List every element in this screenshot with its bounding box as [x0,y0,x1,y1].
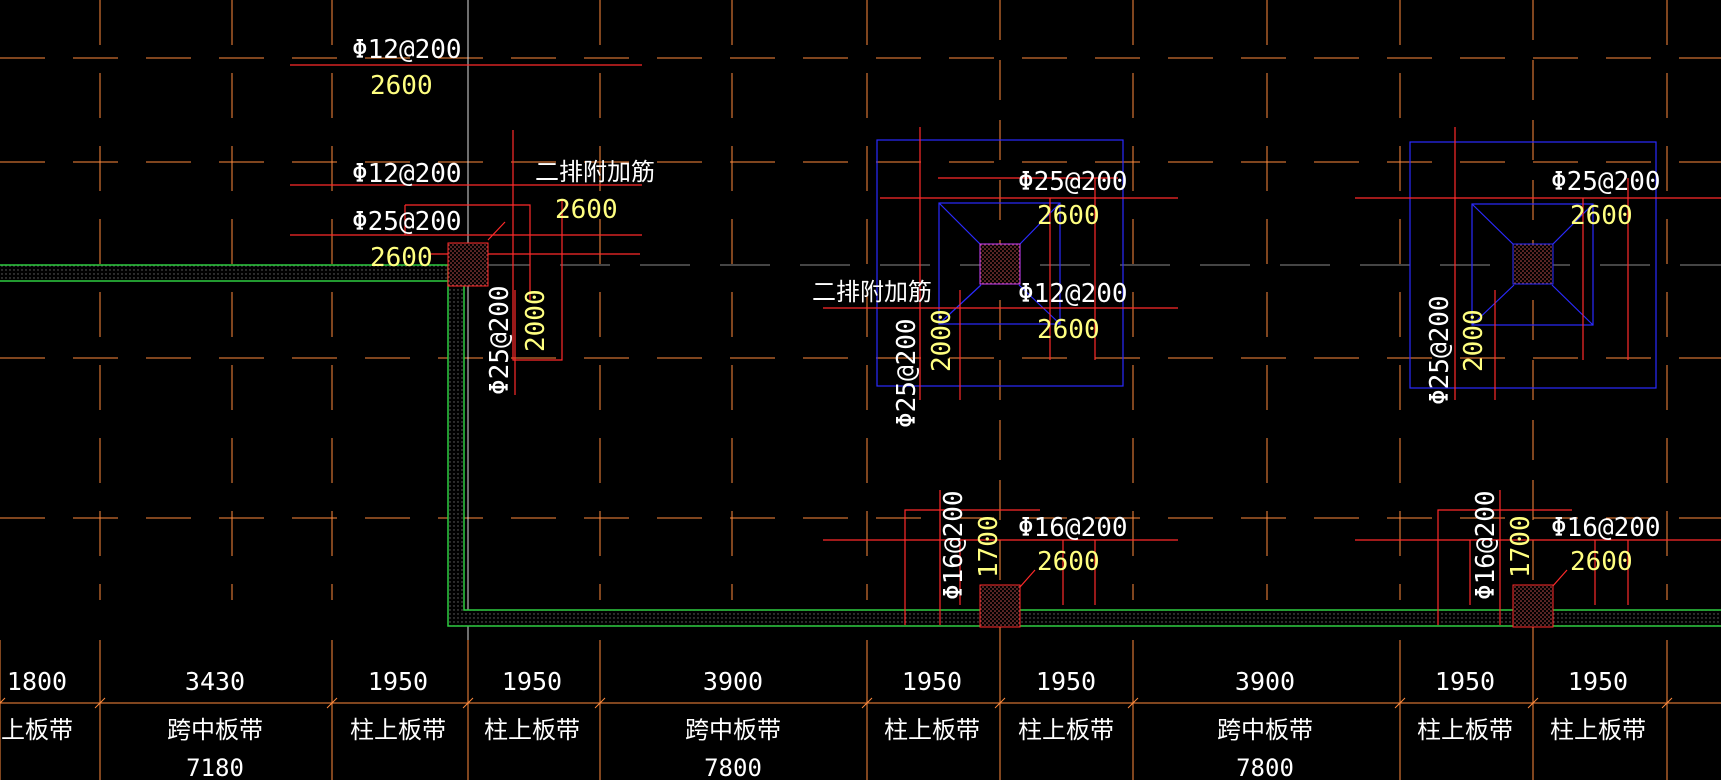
rebar-spec-label: Φ12@200 [352,159,462,189]
rebar-length-label: 2600 [1037,315,1100,345]
rebar-spec-label: Φ12@200 [352,35,462,65]
rebar-line [1019,569,1036,588]
dimension-line: 1800 3430 1950 1950 3900 1950 1950 3900 1950 1950… [0,640,1721,780]
strip-span: 7800 [704,754,762,780]
strip-name: 柱上板带 [884,716,980,744]
rebar-line [1551,569,1568,588]
rebar-spec-label: Φ25@200 [1018,167,1128,197]
rebar-length-label-vertical: 2000 [927,309,957,372]
drop-diag [1551,284,1594,326]
rebar-length-label-vertical: 1700 [974,515,1004,578]
rebar-spec-label: Φ25@200 [352,207,462,237]
column-1 [447,242,489,287]
strip-name: 柱上板带 [1417,716,1513,744]
rebar-spec-label-vertical: Φ25@200 [892,318,922,428]
strip-name: 柱上板带 [350,716,446,744]
rebar-spec-label-vertical: Φ16@200 [1471,490,1501,600]
strip-name: 柱上板带 [484,716,580,744]
dimension-value: 1800 [7,667,67,696]
dimension-value: 1950 [1568,667,1628,696]
dimension-value: 3900 [1235,667,1295,696]
column-2 [979,243,1021,285]
column-3 [1512,243,1554,285]
rebar-length-label-vertical: 2000 [521,289,551,352]
column-5 [1512,584,1554,628]
wall-vertical-segment [448,265,464,625]
rebar-length-label: 2600 [370,71,433,101]
strip-name: 柱上板带 [1550,716,1646,744]
rebar-spec-label-vertical: Φ16@200 [939,490,969,600]
strip-name: 跨中板带 [1217,716,1313,744]
rebar-spec-label: Φ25@200 [1551,167,1661,197]
dimension-value: 1950 [368,667,428,696]
rebar-length-label: 2600 [1037,201,1100,231]
column-4 [979,584,1021,628]
rebar-length-label: 2600 [555,195,618,225]
rebar-line [487,221,506,241]
drop-diag [1471,203,1515,246]
rebar-length-label-vertical: 1700 [1506,515,1536,578]
strip-span: 7800 [1236,754,1294,780]
rebar-length-label: 2600 [1037,547,1100,577]
rebar-length-label: 2600 [370,243,433,273]
dimension-value: 3430 [185,667,245,696]
drop-diag [938,202,982,246]
dimension-value: 3900 [703,667,763,696]
strip-name: 跨中板带 [685,716,781,744]
dimension-value: 1950 [902,667,962,696]
extra-rebar-label: 二排附加筋 [812,278,932,306]
rebar-length-label: 2600 [1570,547,1633,577]
strip-name: 跨中板带 [167,716,263,744]
strip-span: 7180 [186,754,244,780]
dimension-value: 1950 [1435,667,1495,696]
dimension-value: 1950 [502,667,562,696]
strip-name: 柱上板带 [1018,716,1114,744]
rebar-length-label: 2600 [1570,201,1633,231]
rebar-spec-label-vertical: Φ25@200 [1425,295,1455,405]
rebar-spec-label: Φ16@200 [1018,513,1128,543]
rebar-length-label-vertical: 2000 [1459,309,1489,372]
dimension-value: 1950 [1036,667,1096,696]
cad-drawing-canvas[interactable]: Φ12@200 2600 Φ12@200 二排附加筋 2600 Φ25@200 … [0,0,1721,780]
rebar-spec-label: Φ12@200 [1018,279,1128,309]
strip-name: 柱上板带 [0,716,73,744]
rebar-spec-label-vertical: Φ25@200 [485,285,515,395]
axis-lines [0,0,1721,780]
extra-rebar-label: 二排附加筋 [535,158,655,186]
rebar-spec-label: Φ16@200 [1551,513,1661,543]
